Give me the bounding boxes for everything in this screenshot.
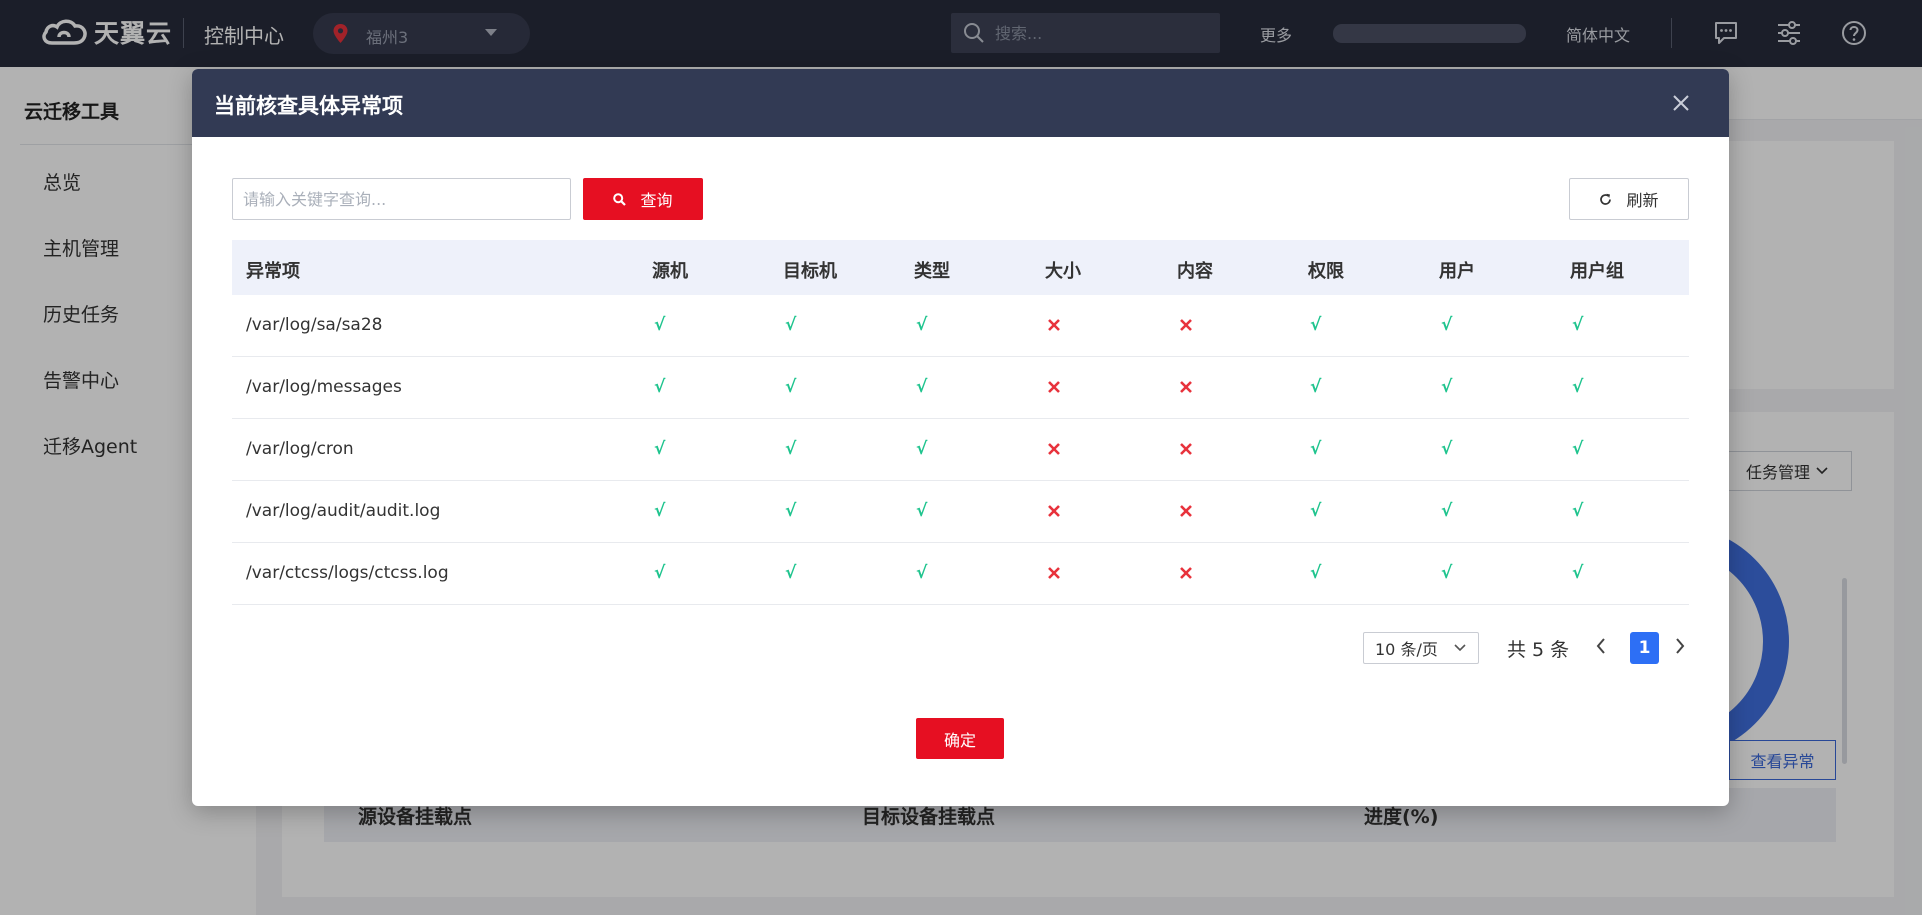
check-mark-icon: √ [1572, 563, 1584, 583]
check-mark-icon: √ [1310, 501, 1322, 521]
check-mark-icon: √ [1310, 563, 1322, 583]
total-count: 共 5 条 [1507, 639, 1570, 661]
table-row: /var/log/messages √ √ √ √ √ √ [232, 357, 1689, 419]
check-mark-icon: √ [1310, 439, 1322, 459]
check-mark-icon: √ [1441, 315, 1453, 335]
dialog-header: 当前核查具体异常项 [192, 69, 1729, 137]
refresh-label: 刷新 [1626, 191, 1659, 210]
check-mark-icon: √ [1572, 377, 1584, 397]
check-mark-icon: √ [916, 563, 928, 583]
column-header: 用户 [1439, 261, 1475, 282]
query-button[interactable]: 查询 [583, 178, 703, 220]
table-row: /var/log/cron √ √ √ √ √ √ [232, 419, 1689, 481]
page-size-select[interactable]: 10 条/页 [1363, 632, 1479, 664]
check-mark-icon: √ [1441, 501, 1453, 521]
column-header: 源机 [652, 261, 688, 282]
exception-path: /var/log/audit/audit.log [246, 501, 441, 521]
search-icon [613, 192, 627, 206]
cross-mark-icon [1180, 443, 1192, 455]
check-mark-icon: √ [785, 501, 797, 521]
query-label: 查询 [640, 191, 673, 210]
keyword-search-input[interactable] [232, 178, 571, 220]
exception-table: 异常项 源机 目标机 类型 大小 内容 权限 用户 用户组 /var/log/s… [232, 240, 1689, 605]
exception-path: /var/log/sa/sa28 [246, 315, 383, 335]
table-row: /var/log/sa/sa28 √ √ √ √ √ √ [232, 295, 1689, 357]
refresh-button[interactable]: 刷新 [1569, 178, 1689, 220]
column-header: 大小 [1045, 261, 1081, 282]
check-mark-icon: √ [654, 315, 666, 335]
column-header: 用户组 [1570, 261, 1624, 282]
check-mark-icon: √ [1441, 377, 1453, 397]
check-mark-icon: √ [1310, 377, 1322, 397]
column-header: 类型 [914, 261, 950, 282]
refresh-icon [1600, 193, 1612, 205]
check-mark-icon: √ [654, 439, 666, 459]
check-mark-icon: √ [654, 377, 666, 397]
exception-path: /var/ctcss/logs/ctcss.log [246, 563, 449, 583]
column-header: 内容 [1177, 261, 1213, 282]
exception-detail-dialog: 当前核查具体异常项 查询 刷新 异常项 源机 目标机 类型 大小 内容 权限 用… [192, 69, 1729, 806]
check-mark-icon: √ [654, 501, 666, 521]
cross-mark-icon [1048, 319, 1060, 331]
check-mark-icon: √ [1441, 439, 1453, 459]
cross-mark-icon [1048, 505, 1060, 517]
chevron-right-icon[interactable] [1675, 638, 1685, 654]
dialog-title: 当前核查具体异常项 [214, 94, 403, 118]
column-header: 权限 [1308, 261, 1344, 282]
cross-mark-icon [1048, 567, 1060, 579]
cross-mark-icon [1180, 567, 1192, 579]
cross-mark-icon [1180, 505, 1192, 517]
check-mark-icon: √ [785, 563, 797, 583]
table-header: 异常项 源机 目标机 类型 大小 内容 权限 用户 用户组 [232, 240, 1689, 295]
check-mark-icon: √ [1310, 315, 1322, 335]
exception-path: /var/log/cron [246, 439, 354, 459]
chevron-left-icon[interactable] [1596, 638, 1606, 654]
cross-mark-icon [1180, 381, 1192, 393]
check-mark-icon: √ [1441, 563, 1453, 583]
close-icon[interactable] [1671, 93, 1691, 113]
check-mark-icon: √ [785, 439, 797, 459]
check-mark-icon: √ [1572, 315, 1584, 335]
column-header: 异常项 [246, 261, 300, 282]
page-number-current[interactable]: 1 [1630, 632, 1659, 664]
confirm-button[interactable]: 确定 [916, 718, 1004, 759]
check-mark-icon: √ [916, 439, 928, 459]
cross-mark-icon [1048, 443, 1060, 455]
exception-path: /var/log/messages [246, 377, 402, 397]
table-row: /var/log/audit/audit.log √ √ √ √ √ √ [232, 481, 1689, 543]
cross-mark-icon [1180, 319, 1192, 331]
check-mark-icon: √ [916, 377, 928, 397]
check-mark-icon: √ [1572, 439, 1584, 459]
page-size-label: 10 条/页 [1375, 640, 1438, 659]
check-mark-icon: √ [1572, 501, 1584, 521]
check-mark-icon: √ [785, 315, 797, 335]
chevron-down-icon [1454, 644, 1466, 652]
column-header: 目标机 [783, 261, 837, 282]
table-row: /var/ctcss/logs/ctcss.log √ √ √ √ √ √ [232, 543, 1689, 605]
check-mark-icon: √ [916, 501, 928, 521]
cross-mark-icon [1048, 381, 1060, 393]
table-body: /var/log/sa/sa28 √ √ √ √ √ √ /var/log/messages √… [232, 295, 1689, 605]
check-mark-icon: √ [916, 315, 928, 335]
check-mark-icon: √ [654, 563, 666, 583]
check-mark-icon: √ [785, 377, 797, 397]
